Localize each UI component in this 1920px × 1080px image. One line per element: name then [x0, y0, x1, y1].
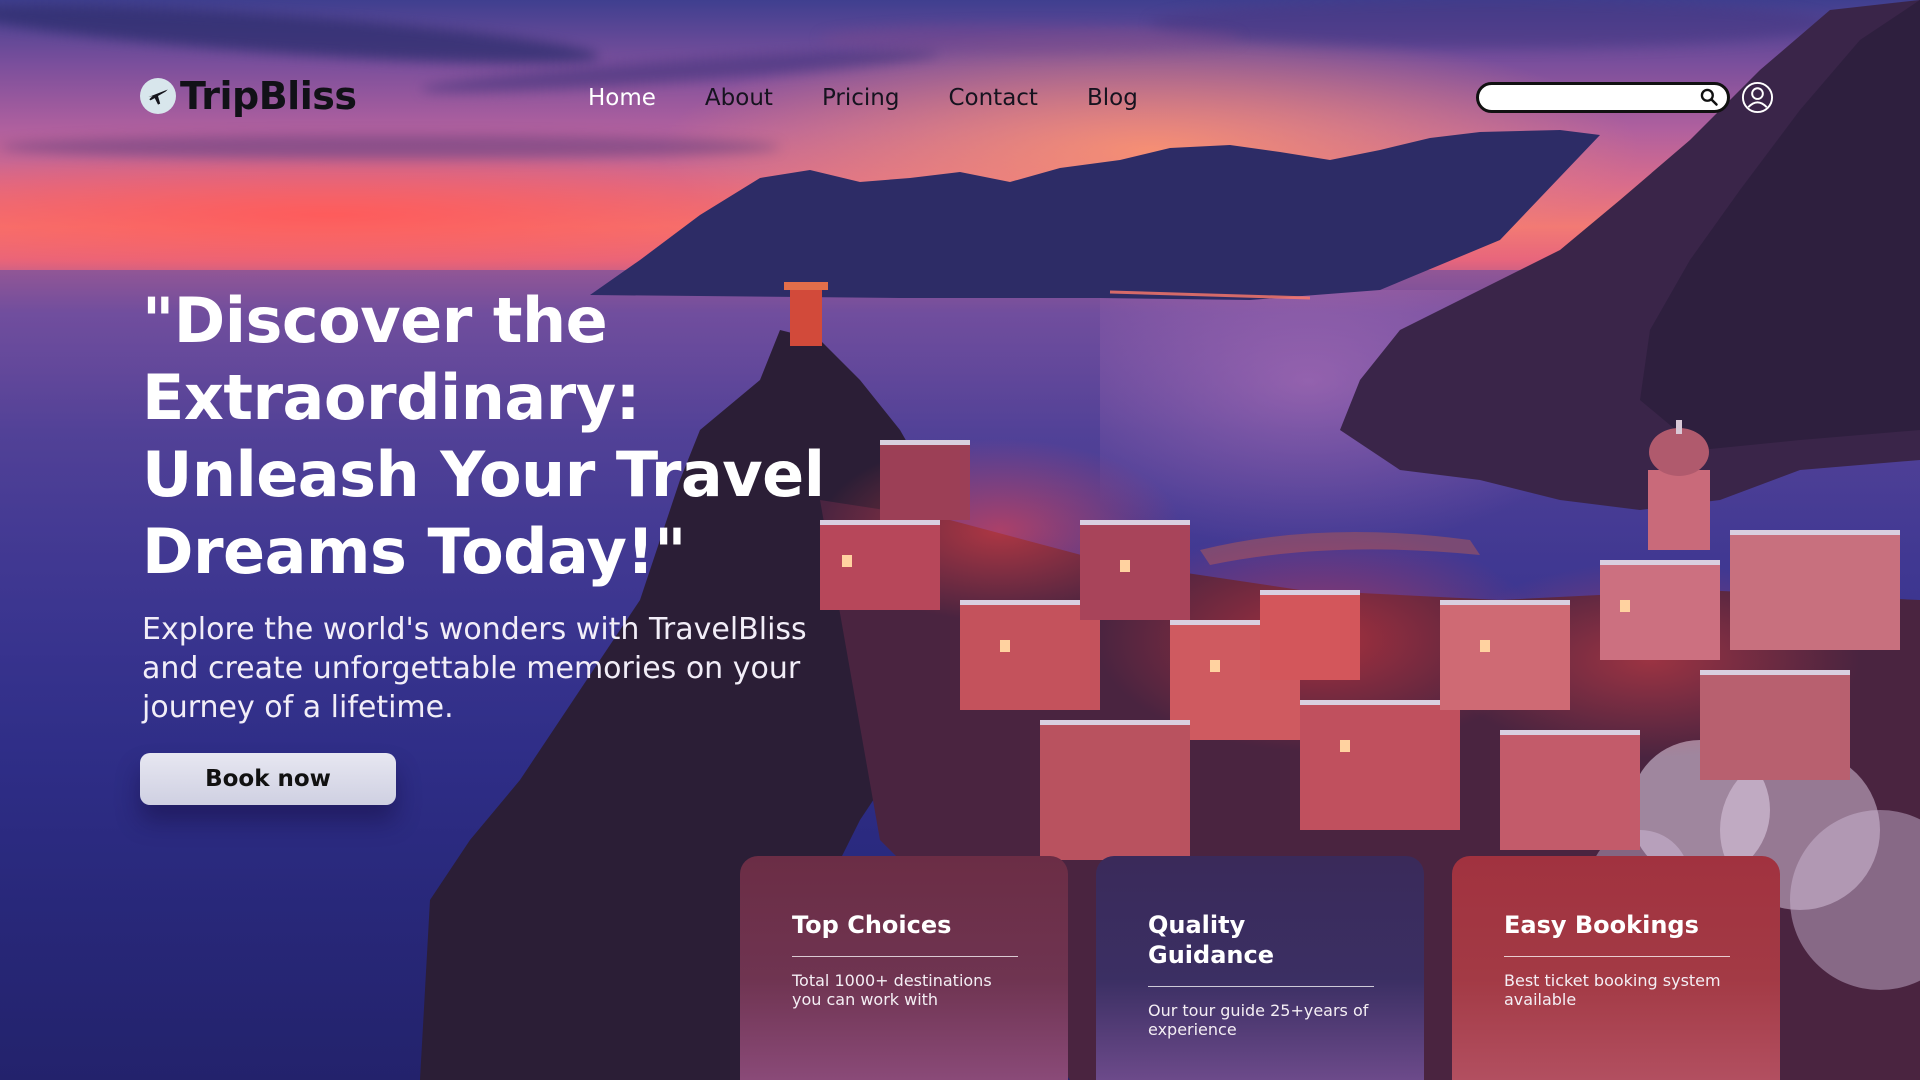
nav-blog[interactable]: Blog [1087, 84, 1138, 112]
house [1440, 600, 1570, 710]
feature-card-title: Quality Guidance [1148, 910, 1374, 987]
house [1300, 700, 1460, 830]
lit-window [1210, 660, 1220, 672]
lit-window [1480, 640, 1490, 652]
house [1500, 730, 1640, 850]
hero-headline: "Discover the Extraordinary: Unleash You… [142, 284, 825, 588]
lit-window [1340, 740, 1350, 752]
house [1040, 720, 1190, 860]
feature-card-quality-guidance[interactable]: Quality Guidance Our tour guide 25+years… [1096, 856, 1424, 1080]
house [1730, 530, 1900, 650]
user-icon[interactable] [1741, 81, 1774, 114]
brand-logo[interactable]: TripBliss [140, 74, 357, 118]
nav-pricing[interactable]: Pricing [822, 84, 900, 112]
feature-card-text: Total 1000+ destinations you can work wi… [792, 971, 992, 1009]
search-input[interactable] [1476, 82, 1730, 113]
brand-name: TripBliss [180, 74, 357, 118]
lit-window [1620, 600, 1630, 612]
feature-card-title: Easy Bookings [1504, 910, 1730, 957]
nav-home[interactable]: Home [588, 84, 656, 112]
feature-card-top-choices[interactable]: Top Choices Total 1000+ destinations you… [740, 856, 1068, 1080]
lit-window [1000, 640, 1010, 652]
feature-card-text: Our tour guide 25+years of experience [1148, 1001, 1369, 1039]
house [1080, 520, 1190, 620]
house [960, 600, 1100, 710]
search-icon[interactable] [1699, 87, 1719, 107]
feature-card-title: Top Choices [792, 910, 1018, 957]
feature-card-easy-bookings[interactable]: Easy Bookings Best ticket booking system… [1452, 856, 1780, 1080]
house [1260, 590, 1360, 680]
book-now-button[interactable]: Book now [140, 753, 396, 805]
lit-window [1120, 560, 1130, 572]
house [1600, 560, 1720, 660]
house [1700, 670, 1850, 780]
main-nav: Home About Pricing Contact Blog [588, 84, 1187, 112]
feature-card-text: Best ticket booking system available [1504, 971, 1721, 1009]
nav-about[interactable]: About [705, 84, 773, 112]
nav-contact[interactable]: Contact [948, 84, 1037, 112]
hero-subheadline: Explore the world's wonders with TravelB… [142, 612, 807, 725]
airplane-globe-icon [140, 78, 176, 114]
